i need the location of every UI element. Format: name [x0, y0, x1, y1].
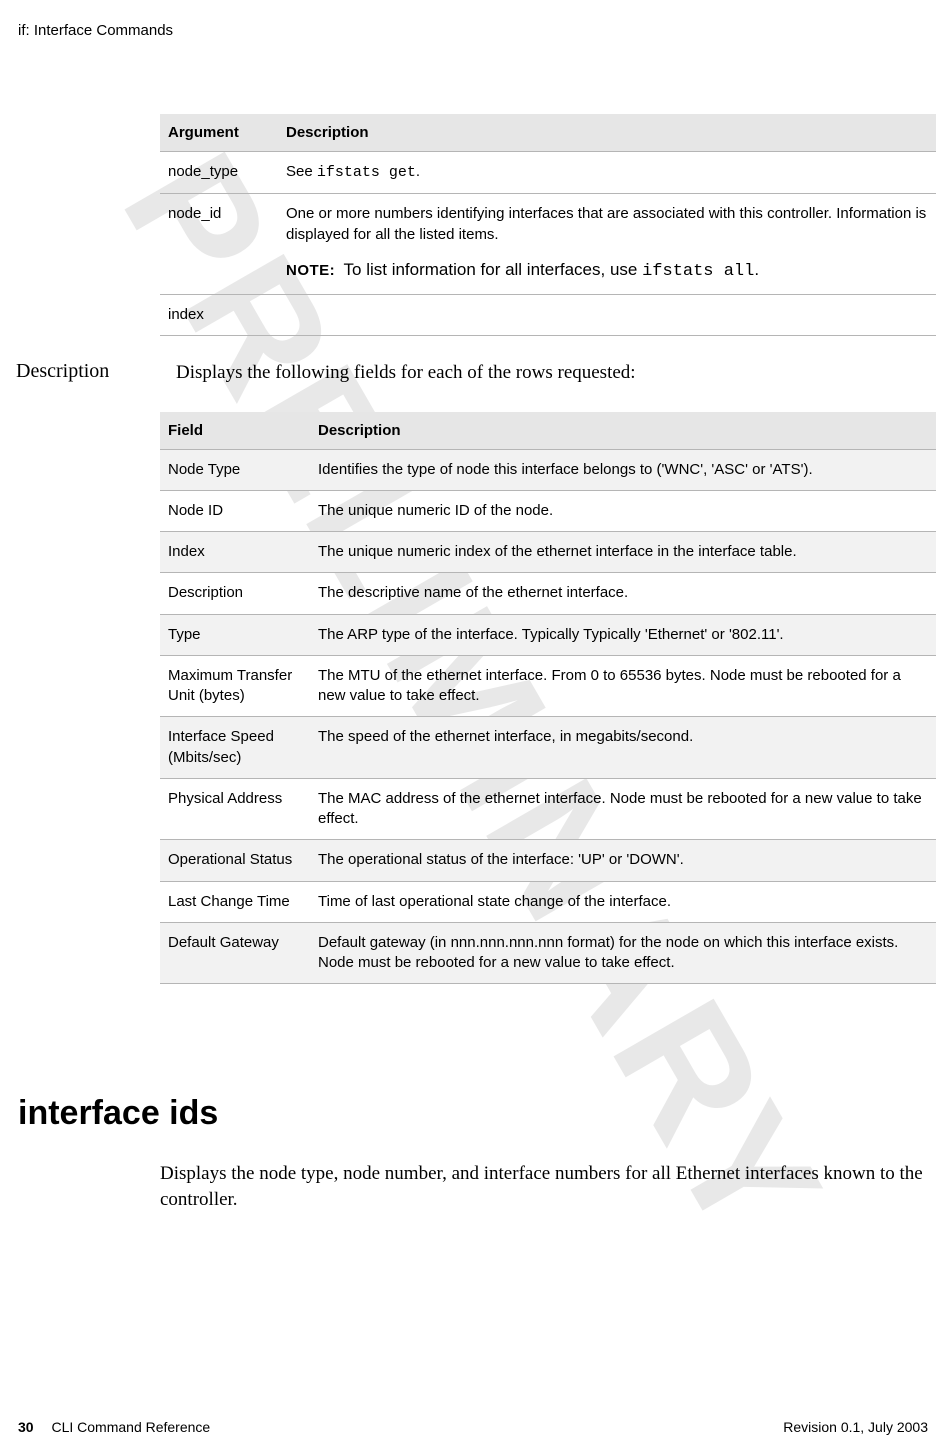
- field-name: Node Type: [160, 449, 310, 490]
- table-row: Node Type Identifies the type of node th…: [160, 449, 936, 490]
- note-code: ifstats all: [642, 262, 754, 281]
- field-header-field: Field: [160, 412, 310, 450]
- arg-header-description: Description: [278, 114, 936, 152]
- field-name: Type: [160, 614, 310, 655]
- table-row: node_type See ifstats get.: [160, 152, 936, 194]
- table-row: Operational Status The operational statu…: [160, 840, 936, 881]
- table-row: Default Gateway Default gateway (in nnn.…: [160, 922, 936, 984]
- table-row: Maximum Transfer Unit (bytes) The MTU of…: [160, 655, 936, 717]
- table-row: Node ID The unique numeric ID of the nod…: [160, 490, 936, 531]
- arg-desc-code: ifstats get: [317, 164, 416, 181]
- table-row: Interface Speed (Mbits/sec) The speed of…: [160, 717, 936, 779]
- arg-desc-line1: One or more numbers identifying interfac…: [286, 204, 928, 245]
- arg-desc-pre: See: [286, 163, 317, 180]
- field-name: Physical Address: [160, 778, 310, 840]
- field-desc: The descriptive name of the ethernet int…: [310, 573, 936, 614]
- field-name: Operational Status: [160, 840, 310, 881]
- command-intro: Displays the node type, node number, and…: [160, 1161, 928, 1212]
- argument-table: Argument Description node_type See ifsta…: [160, 114, 936, 336]
- field-name: Description: [160, 573, 310, 614]
- revision-text: Revision 0.1, July 2003: [783, 1419, 928, 1435]
- table-row: Physical Address The MAC address of the …: [160, 778, 936, 840]
- table-row: Index The unique numeric index of the et…: [160, 532, 936, 573]
- field-desc: Default gateway (in nnn.nnn.nnn.nnn form…: [310, 922, 936, 984]
- note-label: NOTE:: [286, 262, 335, 279]
- doc-title: CLI Command Reference: [51, 1419, 210, 1435]
- description-label: Description: [0, 360, 176, 383]
- field-desc: The speed of the ethernet interface, in …: [310, 717, 936, 779]
- arg-name: index: [160, 294, 278, 335]
- running-header: if: Interface Commands: [18, 22, 173, 39]
- note-pre: To list information for all interfaces, …: [344, 260, 643, 279]
- page-number: 30: [18, 1419, 34, 1435]
- field-desc: The unique numeric index of the ethernet…: [310, 532, 936, 573]
- field-table: Field Description Node Type Identifies t…: [160, 412, 936, 985]
- page-footer: 30 CLI Command Reference Revision 0.1, J…: [18, 1419, 928, 1435]
- field-name: Maximum Transfer Unit (bytes): [160, 655, 310, 717]
- field-name: Node ID: [160, 490, 310, 531]
- field-desc: The operational status of the interface:…: [310, 840, 936, 881]
- arg-name: node_id: [160, 194, 278, 294]
- arg-desc: [278, 294, 936, 335]
- table-row: Last Change Time Time of last operationa…: [160, 881, 936, 922]
- arg-desc: One or more numbers identifying interfac…: [278, 194, 936, 294]
- command-heading: interface ids: [18, 1094, 928, 1133]
- field-desc: Time of last operational state change of…: [310, 881, 936, 922]
- field-desc: The MAC address of the ethernet interfac…: [310, 778, 936, 840]
- field-desc: The ARP type of the interface. Typically…: [310, 614, 936, 655]
- field-desc: Identifies the type of node this interfa…: [310, 449, 936, 490]
- description-text: Displays the following fields for each o…: [176, 360, 928, 386]
- arg-note: NOTE: To list information for all interf…: [286, 259, 928, 284]
- table-row: node_id One or more numbers identifying …: [160, 194, 936, 294]
- field-name: Interface Speed (Mbits/sec): [160, 717, 310, 779]
- arg-desc: See ifstats get.: [278, 152, 936, 194]
- arg-header-argument: Argument: [160, 114, 278, 152]
- field-desc: The unique numeric ID of the node.: [310, 490, 936, 531]
- field-name: Last Change Time: [160, 881, 310, 922]
- arg-desc-post: .: [416, 163, 420, 180]
- field-name: Default Gateway: [160, 922, 310, 984]
- field-header-description: Description: [310, 412, 936, 450]
- table-row: index: [160, 294, 936, 335]
- field-name: Index: [160, 532, 310, 573]
- field-desc: The MTU of the ethernet interface. From …: [310, 655, 936, 717]
- table-row: Type The ARP type of the interface. Typi…: [160, 614, 936, 655]
- table-row: Description The descriptive name of the …: [160, 573, 936, 614]
- note-post: .: [754, 260, 759, 279]
- arg-name: node_type: [160, 152, 278, 194]
